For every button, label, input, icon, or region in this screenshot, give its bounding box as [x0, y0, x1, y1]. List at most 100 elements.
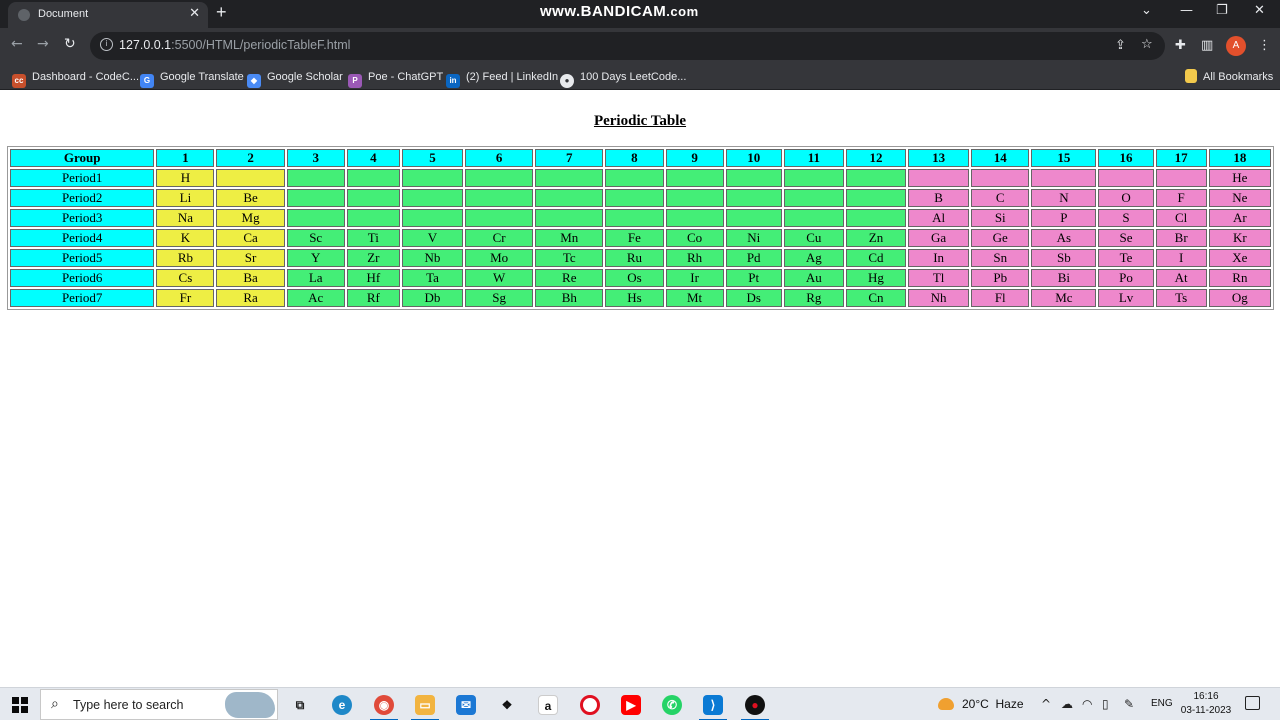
group-header-5: 5 — [401, 149, 464, 167]
input-language[interactable]: ENG — [1151, 698, 1173, 709]
bookmark-linkedin[interactable]: in (2) Feed | LinkedIn — [446, 68, 558, 88]
edge-icon[interactable]: e — [332, 695, 352, 715]
amazon-icon[interactable]: a — [538, 695, 558, 715]
google-translate-icon: G — [140, 74, 154, 88]
dropbox-icon[interactable]: ❖ — [497, 695, 517, 715]
element-cell: Hg — [845, 269, 907, 287]
vscode-icon[interactable]: ⟩ — [699, 695, 727, 720]
extensions-puzzle-icon[interactable]: ✚ — [1175, 38, 1186, 53]
pen-icon[interactable]: ✎ — [1124, 697, 1134, 711]
system-clock[interactable]: 16:16 03-11-2023 — [1178, 690, 1234, 718]
forward-arrow-icon[interactable]: → — [37, 36, 49, 52]
periodic-table: Group 1 2 3 4 5 6 7 8 9 10 11 12 13 14 15 16 17 18 Period1… — [7, 146, 1274, 310]
weather-haze-icon — [938, 698, 954, 710]
tray-chevron-up-icon[interactable]: ^ — [1041, 697, 1051, 711]
element-cell: C — [971, 189, 1030, 207]
bookmark-google-scholar[interactable]: ◆ Google Scholar — [247, 68, 343, 88]
group-header-6: 6 — [465, 149, 534, 167]
chrome-icon[interactable]: ◉ — [370, 695, 398, 720]
element-cell — [725, 209, 782, 227]
back-arrow-icon[interactable]: ← — [11, 36, 23, 52]
task-view-icon[interactable]: ⧉ — [290, 695, 310, 715]
whatsapp-icon[interactable]: ✆ — [662, 695, 682, 715]
element-cell: B — [908, 189, 970, 207]
address-bar[interactable]: i 127.0.0.1:5500/HTML/periodicTableF.htm… — [90, 32, 1165, 60]
element-cell — [216, 169, 285, 187]
element-cell: Pd — [725, 249, 782, 267]
windows-taskbar: ⌕ Type here to search ⧉ e ◉ ▭ ✉ ❖ a ▶ ✆ … — [0, 687, 1280, 720]
element-cell — [845, 189, 907, 207]
window-close-icon[interactable]: ✕ — [1254, 3, 1265, 18]
file-explorer-icon[interactable]: ▭ — [411, 695, 439, 720]
site-info-icon[interactable]: i — [100, 38, 113, 51]
group-header-17: 17 — [1155, 149, 1207, 167]
weather-widget[interactable]: 20°C Haze — [938, 697, 1024, 711]
group-header-2: 2 — [216, 149, 285, 167]
element-cell — [665, 189, 724, 207]
side-panel-icon[interactable]: ▥ — [1201, 38, 1213, 53]
menu-kebab-icon[interactable]: ⋮ — [1258, 38, 1271, 53]
all-bookmarks-folder[interactable]: All Bookmarks — [1185, 68, 1273, 86]
element-cell: Ba — [216, 269, 285, 287]
url-text[interactable]: 127.0.0.1:5500/HTML/periodicTableF.html — [119, 38, 350, 52]
clock-date: 03-11-2023 — [1180, 705, 1232, 716]
tab-title: Document — [38, 8, 89, 20]
element-cell: In — [908, 249, 970, 267]
element-cell: Na — [156, 209, 215, 227]
element-cell: Rn — [1208, 269, 1271, 287]
tab-document[interactable]: Document ✕ — [8, 2, 208, 28]
new-tab-button[interactable]: + — [216, 2, 227, 23]
share-icon[interactable]: ⇪ — [1115, 38, 1126, 53]
element-cell — [346, 169, 400, 187]
element-cell — [535, 169, 604, 187]
element-cell: Tl — [908, 269, 970, 287]
element-cell: Pt — [725, 269, 782, 287]
bandicam-record-icon[interactable]: ● — [741, 695, 769, 720]
profile-avatar[interactable]: A — [1226, 36, 1246, 56]
wifi-icon[interactable]: ◠ — [1082, 697, 1092, 711]
group-header-12: 12 — [845, 149, 907, 167]
page-content: Periodic Table Group 1 2 3 4 5 6 7 8 9 10 11 12 13 14 1… — [0, 91, 1280, 687]
youtube-icon[interactable]: ▶ — [621, 695, 641, 715]
element-cell: Cl — [1155, 209, 1207, 227]
element-cell: Cu — [783, 229, 844, 247]
element-cell: Nb — [401, 249, 464, 267]
battery-icon[interactable]: ▯ — [1102, 697, 1109, 711]
reload-icon[interactable]: ↻ — [64, 36, 76, 52]
clock-time: 16:16 — [1193, 691, 1219, 702]
table-row: Period2 Li Be B C N O F Ne — [10, 189, 1271, 207]
element-cell: N — [1031, 189, 1097, 207]
opera-icon[interactable] — [580, 695, 600, 715]
taskbar-search-box[interactable]: ⌕ Type here to search — [40, 689, 278, 720]
mail-icon[interactable]: ✉ — [456, 695, 476, 715]
notifications-icon[interactable] — [1245, 696, 1260, 710]
element-cell: Hf — [346, 269, 400, 287]
element-cell: P — [1031, 209, 1097, 227]
tab-close-icon[interactable]: ✕ — [189, 6, 200, 21]
bookmark-poe[interactable]: P Poe - ChatGPT — [348, 68, 443, 88]
element-cell: Al — [908, 209, 970, 227]
element-cell: Os — [605, 269, 664, 287]
restore-icon[interactable]: ❐ — [1216, 3, 1228, 18]
group-header-8: 8 — [605, 149, 664, 167]
bookmark-leetcode[interactable]: ● 100 Days LeetCode... — [560, 68, 686, 88]
group-header-11: 11 — [783, 149, 844, 167]
element-cell: F — [1155, 189, 1207, 207]
element-cell: Fr — [156, 289, 215, 307]
bookmark-google-translate[interactable]: G Google Translate — [140, 68, 244, 88]
element-cell — [286, 209, 345, 227]
bookmark-star-icon[interactable]: ☆ — [1141, 37, 1153, 52]
element-cell: Y — [286, 249, 345, 267]
folder-icon — [1185, 69, 1197, 83]
element-cell: Mo — [465, 249, 534, 267]
minimize-icon[interactable]: — — [1180, 3, 1193, 18]
period-label: Period6 — [10, 269, 155, 287]
tab-search-chevron-icon[interactable]: ⌄ — [1141, 3, 1152, 18]
element-cell — [783, 189, 844, 207]
period-label: Period2 — [10, 189, 155, 207]
bookmark-codechef[interactable]: cc Dashboard - CodeC... — [12, 68, 139, 88]
windows-start-icon[interactable] — [12, 697, 28, 713]
element-cell — [286, 169, 345, 187]
element-cell — [535, 209, 604, 227]
onedrive-cloud-icon[interactable]: ☁ — [1061, 697, 1073, 711]
